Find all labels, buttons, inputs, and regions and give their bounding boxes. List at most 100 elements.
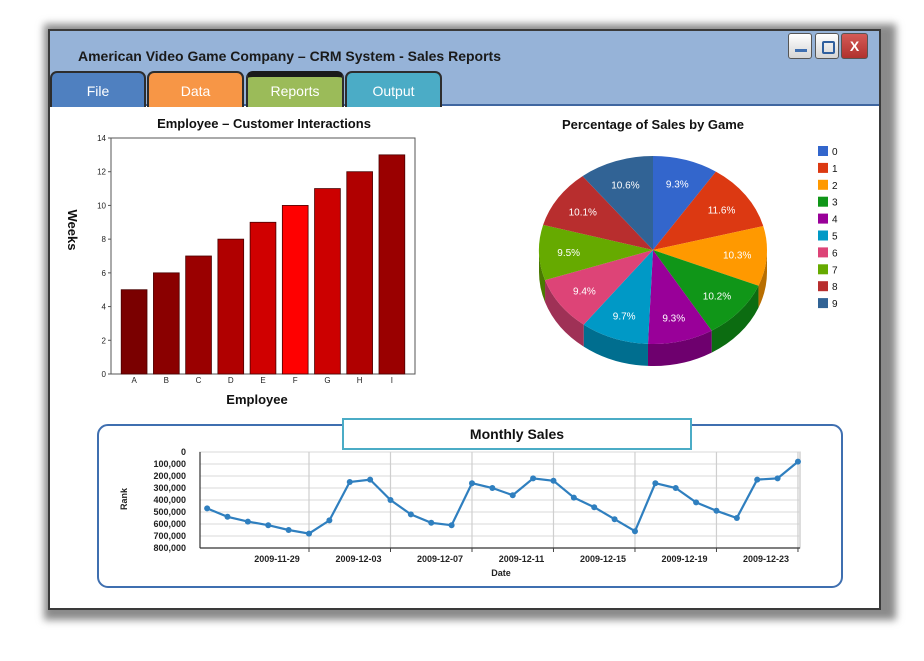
pie-chart-legend-label: 2: [832, 181, 838, 192]
bar-chart-x-tick-label: F: [293, 376, 298, 385]
pie-chart-legend-swatch: [818, 146, 828, 156]
pie-chart-value-label: 10.3%: [723, 251, 751, 262]
line-chart-point: [754, 476, 761, 483]
pie-chart-value-label: 10.2%: [703, 291, 731, 302]
pie-chart-legend-swatch: [818, 264, 828, 275]
bar-chart-y-label: Weeks: [65, 210, 80, 251]
pie-chart-legend: 0 1 2 3 4 5 6 7 8 9: [818, 146, 838, 310]
bar-chart-y-tick-label: 0: [102, 370, 107, 379]
line-chart-point: [489, 485, 496, 491]
line-chart-point: [713, 507, 720, 514]
line-chart-y-tick-label: 0: [181, 447, 186, 457]
bar-chart-bar: [378, 154, 406, 375]
line-chart-point: [468, 480, 475, 487]
line-chart-y-tick-label: 500,000: [153, 507, 186, 517]
line-chart-point: [305, 530, 312, 537]
line-chart-y-tick-label: 100,000: [153, 459, 186, 469]
bar-chart-y-ticks: 0 2 4 6 8 10 12 14: [97, 134, 111, 379]
pie-chart-legend-swatch: [818, 230, 828, 241]
line-chart-point: [387, 497, 394, 503]
reports-canvas: Employee – Customer Interactions 0246810…: [65, 116, 843, 588]
pie-chart-value-label: 9.5%: [557, 248, 580, 259]
line-chart-y-tick-label: 600,000: [153, 519, 186, 529]
line-chart-point: [367, 476, 374, 483]
line-chart-point: [611, 516, 618, 523]
pie-chart-legend-label: 9: [832, 299, 838, 310]
bar-chart-y-tick-label: 14: [97, 134, 106, 143]
bar-chart-bar: [346, 171, 373, 375]
line-chart-point: [570, 494, 577, 501]
pie-chart-legend-label: 1: [832, 164, 838, 175]
bar-chart-bar: [185, 255, 212, 375]
line-chart-point: [774, 475, 781, 482]
bar-chart-x-tick-label: A: [131, 376, 137, 385]
line-chart-point: [224, 513, 231, 520]
pie-chart-legend-swatch: [818, 162, 828, 173]
pie-chart-value-label: 9.3%: [662, 313, 685, 324]
line-chart-y-tick-label: 700,000: [153, 531, 186, 541]
line-chart-point: [652, 480, 659, 487]
line-chart-point: [672, 485, 679, 491]
line-chart-point: [407, 511, 414, 518]
pie-chart-legend-label: 4: [832, 215, 838, 226]
bar-chart-y-tick-label: 6: [102, 269, 107, 278]
pie-chart-legend-swatch: [818, 179, 828, 190]
line-chart-point: [285, 527, 292, 533]
bar-chart-x-tick-label: G: [324, 376, 330, 385]
pie-chart-legend-label: 7: [832, 265, 838, 276]
line-chart-point: [326, 517, 333, 524]
bar-chart-x-tick-label: H: [357, 376, 363, 385]
line-chart-point: [693, 499, 700, 506]
line-chart-x-tick-label: 2009-12-19: [661, 554, 707, 564]
line-chart-x-tick-label: 2009-12-11: [499, 554, 545, 564]
line-chart-title: Monthly Sales: [342, 418, 692, 450]
bar-chart-title: Employee – Customer Interactions: [157, 116, 371, 131]
line-chart-point: [448, 522, 455, 529]
line-chart-x-tick-label: 2009-12-23: [743, 554, 789, 564]
bar-chart-y-tick-label: 4: [102, 303, 107, 312]
line-chart-x-tick-label: 2009-11-29: [254, 554, 300, 564]
line-chart-point: [244, 518, 251, 525]
bar-chart-bar: [281, 205, 309, 375]
line-chart-point: [509, 492, 516, 499]
bar-chart-x-tick-label: B: [164, 376, 169, 385]
pie-chart-legend-swatch: [818, 247, 828, 258]
bar-chart-bar: [153, 272, 180, 375]
line-chart-point: [428, 519, 435, 526]
bar-chart-y-tick-label: 2: [102, 336, 107, 345]
line-chart-x-tick-label: 2009-12-07: [417, 554, 463, 564]
line-chart-point: [530, 475, 537, 482]
pie-chart-legend-swatch: [818, 298, 828, 309]
line-chart-y-tick-label: 400,000: [153, 495, 186, 505]
line-chart-point: [204, 505, 211, 512]
pie-chart-legend-swatch: [818, 281, 828, 292]
line-chart-point: [631, 528, 638, 535]
bar-chart-x-tick-label: E: [260, 376, 265, 385]
pie-chart: Percentage of Sales by Game 9.3% 11.6% 10.…: [538, 117, 838, 366]
pie-chart-legend-label: 8: [832, 282, 838, 293]
bar-chart-y-tick-label: 10: [97, 201, 106, 210]
bar-chart-x-tick-label: C: [196, 376, 202, 385]
pie-chart-value-label: 9.3%: [666, 179, 689, 190]
pie-chart-title: Percentage of Sales by Game: [562, 117, 744, 132]
line-chart-point: [591, 504, 598, 511]
line-chart-point: [265, 522, 272, 529]
line-chart-y-tick-label: 300,000: [153, 483, 186, 493]
bar-chart-x-label: Employee: [226, 392, 287, 407]
pie-chart-legend-label: 6: [832, 248, 838, 259]
pie-chart-value-label: 10.6%: [611, 180, 639, 191]
line-chart-point: [550, 477, 557, 484]
line-chart-point: [346, 479, 353, 485]
pie-chart-value-label: 9.4%: [573, 287, 596, 298]
bar-chart-y-tick-label: 12: [97, 168, 106, 177]
bar-chart: Employee – Customer Interactions 0 2 4 6 8 10…: [65, 116, 416, 407]
bar-chart-bar: [249, 221, 277, 375]
bar-chart-bar: [217, 238, 245, 375]
pie-chart-legend-label: 5: [832, 232, 838, 243]
line-chart-y-tick-label: 800,000: [153, 543, 186, 553]
bar-chart-bar: [314, 188, 341, 375]
bar-chart-x-tick-label: I: [391, 376, 393, 385]
bar-chart-x-tick-label: D: [228, 376, 234, 385]
pie-chart-legend-swatch: [818, 196, 828, 207]
line-chart-point: [733, 515, 740, 521]
